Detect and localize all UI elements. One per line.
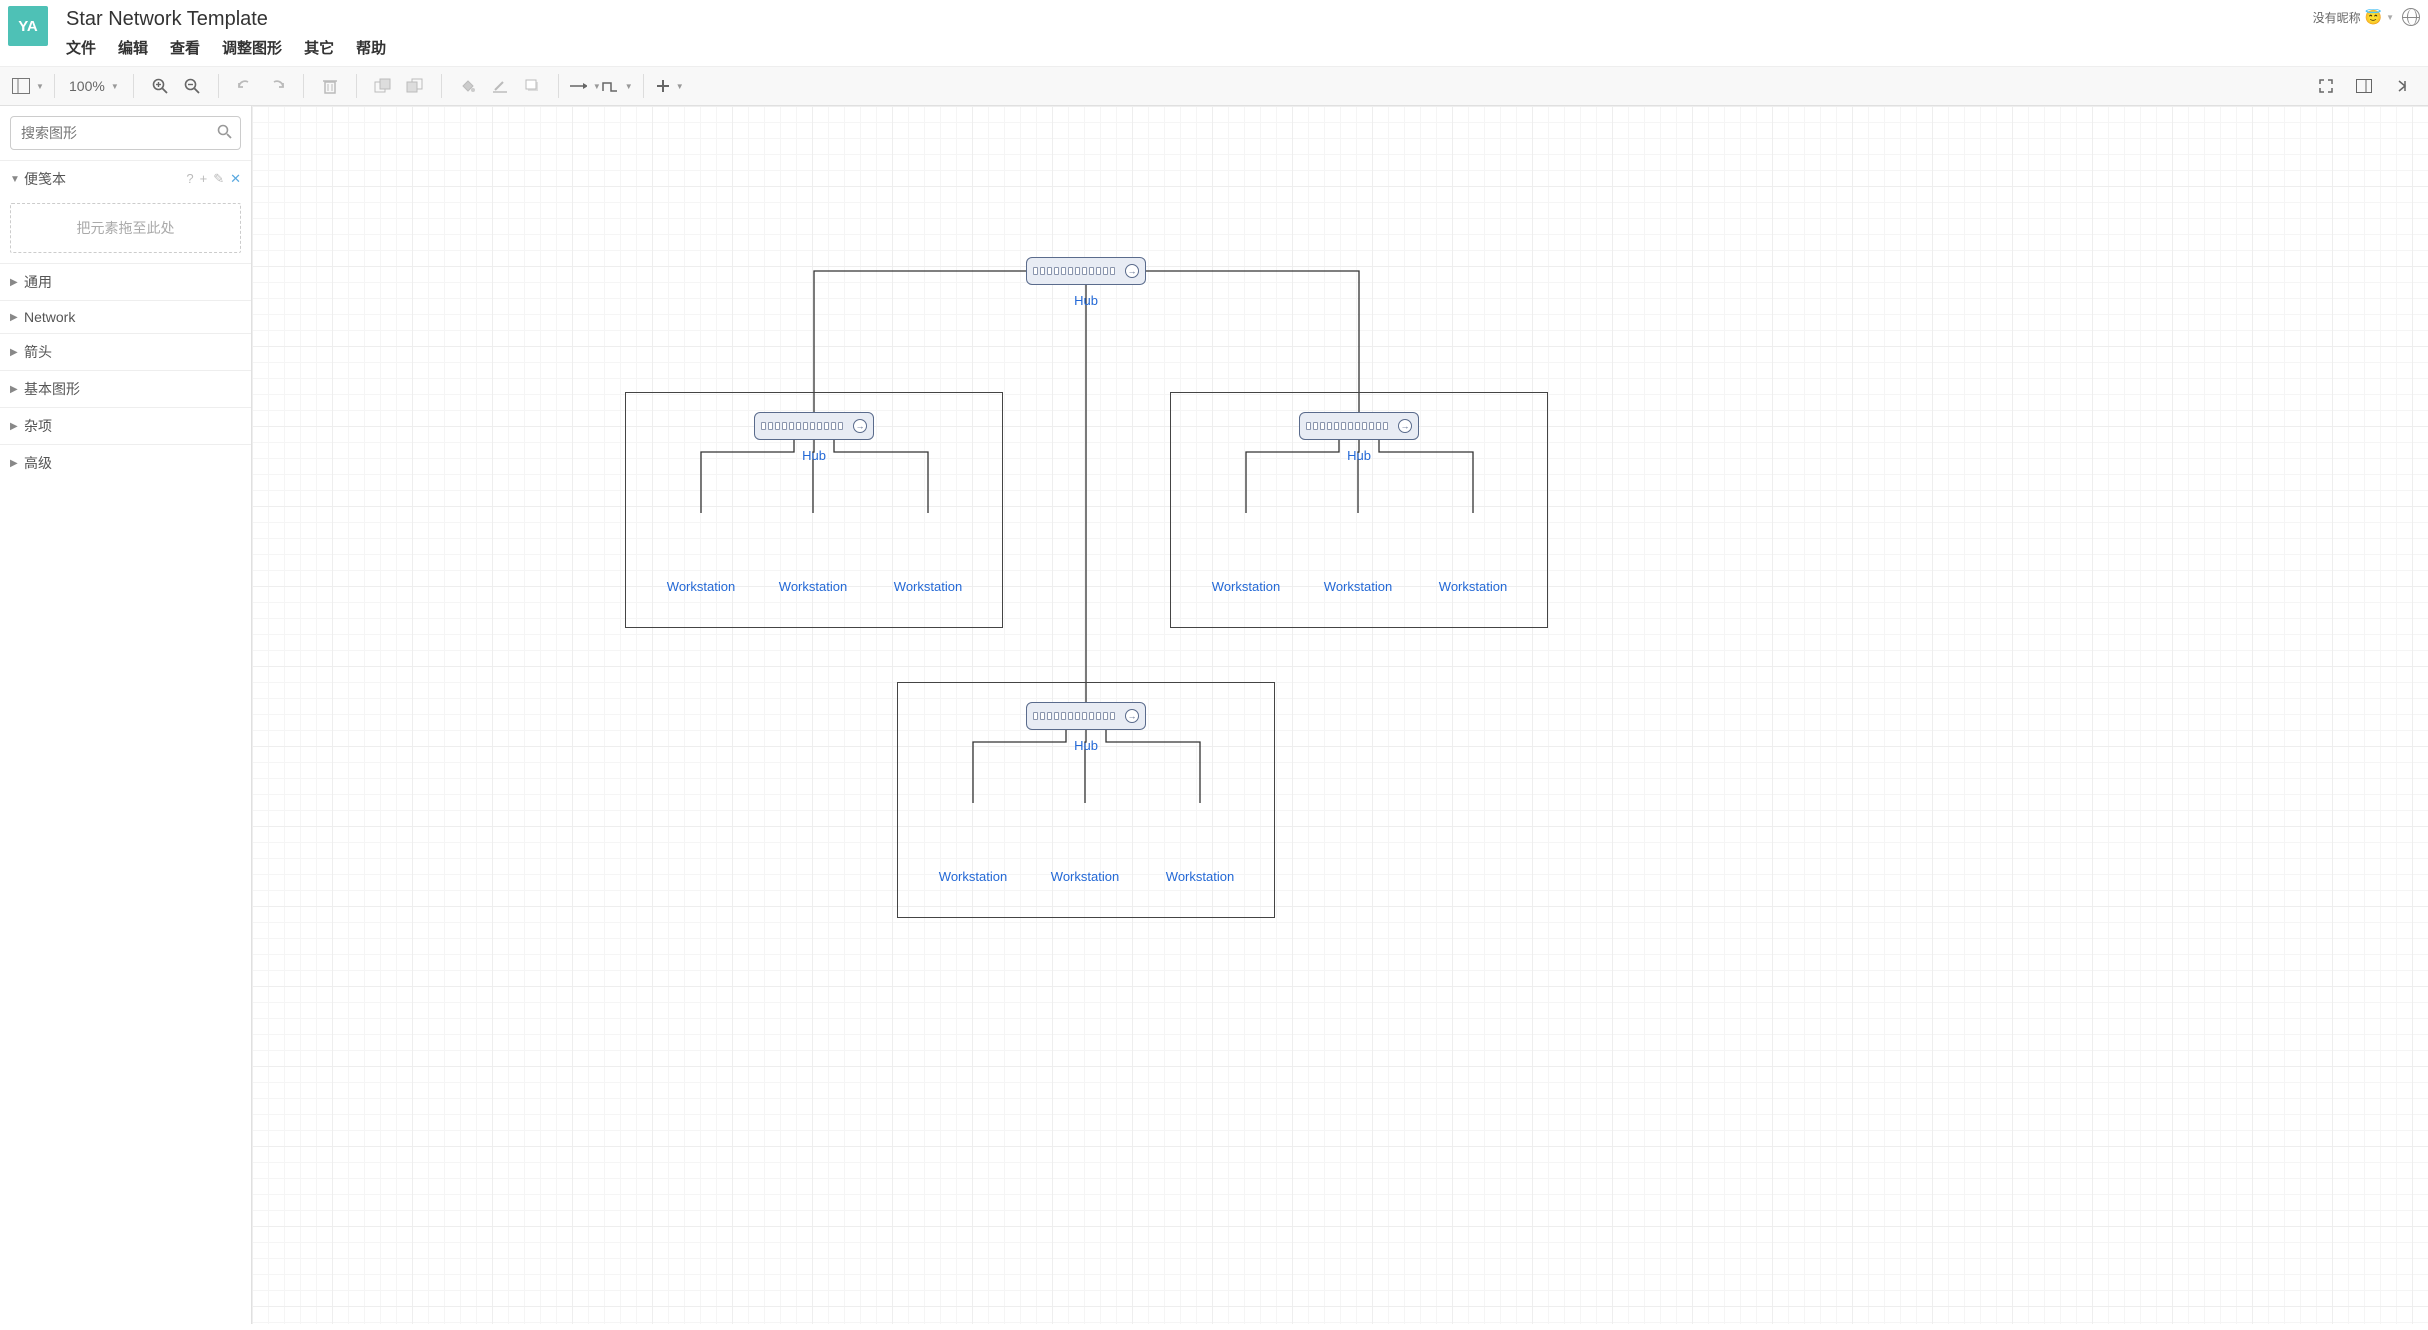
to-front-button[interactable] (367, 71, 399, 101)
fill-color-button[interactable] (452, 71, 484, 101)
cluster-1-ws-2-label: Workstation (1439, 579, 1507, 594)
chevron-down-icon: ▼ (111, 82, 119, 91)
cluster-0-ws-2-label: Workstation (894, 579, 962, 594)
chevron-right-icon: ▶ (10, 421, 20, 432)
account-label: 没有昵称 (2313, 9, 2361, 26)
waypoint-style-button[interactable]: ▼ (601, 71, 633, 101)
cluster-1-ws-1-label: Workstation (1324, 579, 1392, 594)
menu-help[interactable]: 帮助 (356, 37, 386, 58)
collapse-right-button[interactable] (2386, 71, 2418, 101)
cluster-2-ws-2-label: Workstation (1166, 869, 1234, 884)
scratchpad-header[interactable]: ▼ 便笺本 ? + ✎ ✕ (0, 161, 251, 197)
zoom-in-button[interactable] (144, 71, 176, 101)
avatar[interactable]: YA (8, 6, 48, 46)
cluster-1-ws-0-label: Workstation (1212, 579, 1280, 594)
arrow-right-icon: → (1125, 709, 1139, 723)
sidebar-toggle-button[interactable]: ▼ (12, 71, 44, 101)
language-globe-icon[interactable] (2402, 8, 2420, 26)
arrow-right-icon: → (853, 419, 867, 433)
search-input[interactable] (19, 124, 217, 142)
doc-title[interactable]: Star Network Template (66, 6, 2418, 35)
close-icon[interactable]: ✕ (230, 171, 241, 187)
search-icon (217, 124, 232, 142)
cluster-2-hub-label: Hub (1074, 738, 1098, 753)
category-1[interactable]: ▶Network (0, 301, 251, 333)
chevron-down-icon: ▼ (2386, 13, 2394, 22)
cluster-0-ws-1-label: Workstation (779, 579, 847, 594)
category-0[interactable]: ▶通用 (0, 264, 251, 300)
undo-button[interactable] (229, 71, 261, 101)
cluster-0-ws-0-label: Workstation (667, 579, 735, 594)
category-5[interactable]: ▶高级 (0, 445, 251, 481)
to-back-button[interactable] (399, 71, 431, 101)
menu-extras[interactable]: 其它 (304, 37, 334, 58)
chevron-down-icon: ▼ (10, 174, 20, 185)
cluster-1-hub-label: Hub (1347, 448, 1371, 463)
redo-button[interactable] (261, 71, 293, 101)
cluster-0-hub[interactable]: → (754, 412, 874, 440)
connection-style-button[interactable]: ▼ (569, 71, 601, 101)
top-hub[interactable]: → (1026, 257, 1146, 285)
app-header: YA Star Network Template 文件 编辑 查看 调整图形 其… (0, 0, 2428, 66)
zoom-dropdown[interactable]: 100% ▼ (59, 78, 129, 94)
diagram[interactable]: → Hub → Hub Workstation Workstation Workstatio… (252, 106, 2428, 1324)
delete-button[interactable] (314, 71, 346, 101)
cluster-2-hub[interactable]: → (1026, 702, 1146, 730)
insert-button[interactable]: ▼ (654, 71, 686, 101)
shape-search[interactable] (10, 116, 241, 150)
format-panel-toggle-button[interactable] (2348, 71, 2380, 101)
zoom-out-button[interactable] (176, 71, 208, 101)
zoom-value: 100% (69, 78, 105, 94)
top-hub-label: Hub (1074, 293, 1098, 308)
add-icon[interactable]: + (200, 171, 208, 187)
sidebar: ▼ 便笺本 ? + ✎ ✕ 把元素拖至此处 ▶通用▶Network▶箭头▶基本图… (0, 106, 252, 1324)
chevron-right-icon: ▶ (10, 458, 20, 469)
chevron-right-icon: ▶ (10, 384, 20, 395)
line-color-button[interactable] (484, 71, 516, 101)
toolbar: ▼ 100% ▼ ▼ ▼ ▼ (0, 66, 2428, 106)
chevron-right-icon: ▶ (10, 347, 20, 358)
arrow-right-icon: → (1398, 419, 1412, 433)
chevron-right-icon: ▶ (10, 312, 20, 323)
cluster-2-ws-0-label: Workstation (939, 869, 1007, 884)
cluster-1-hub[interactable]: → (1299, 412, 1419, 440)
account-emoji-icon: 😇 (2365, 9, 2382, 26)
chevron-down-icon: ▼ (36, 82, 44, 91)
cluster-2-ws-1-label: Workstation (1051, 869, 1119, 884)
shadow-button[interactable] (516, 71, 548, 101)
category-3[interactable]: ▶基本图形 (0, 371, 251, 407)
menu-arrange[interactable]: 调整图形 (222, 37, 282, 58)
arrow-right-icon: → (1125, 264, 1139, 278)
cluster-0-hub-label: Hub (802, 448, 826, 463)
menu-edit[interactable]: 编辑 (118, 37, 148, 58)
chevron-right-icon: ▶ (10, 277, 20, 288)
chevron-down-icon: ▼ (593, 82, 601, 91)
account-menu[interactable]: 没有昵称 😇 ▼ (2313, 8, 2420, 26)
menu-view[interactable]: 查看 (170, 37, 200, 58)
fullscreen-button[interactable] (2310, 71, 2342, 101)
menu-file[interactable]: 文件 (66, 37, 96, 58)
help-icon[interactable]: ? (186, 171, 193, 187)
scratchpad-title: 便笺本 (24, 169, 186, 189)
chevron-down-icon: ▼ (625, 82, 633, 91)
edit-icon[interactable]: ✎ (213, 171, 224, 187)
category-4[interactable]: ▶杂项 (0, 408, 251, 444)
menubar: 文件 编辑 查看 调整图形 其它 帮助 (66, 35, 2418, 66)
canvas[interactable]: → Hub → Hub Workstation Workstation Workstatio… (252, 106, 2428, 1324)
chevron-down-icon: ▼ (676, 82, 684, 91)
scratchpad-dropzone[interactable]: 把元素拖至此处 (10, 203, 241, 253)
category-2[interactable]: ▶箭头 (0, 334, 251, 370)
